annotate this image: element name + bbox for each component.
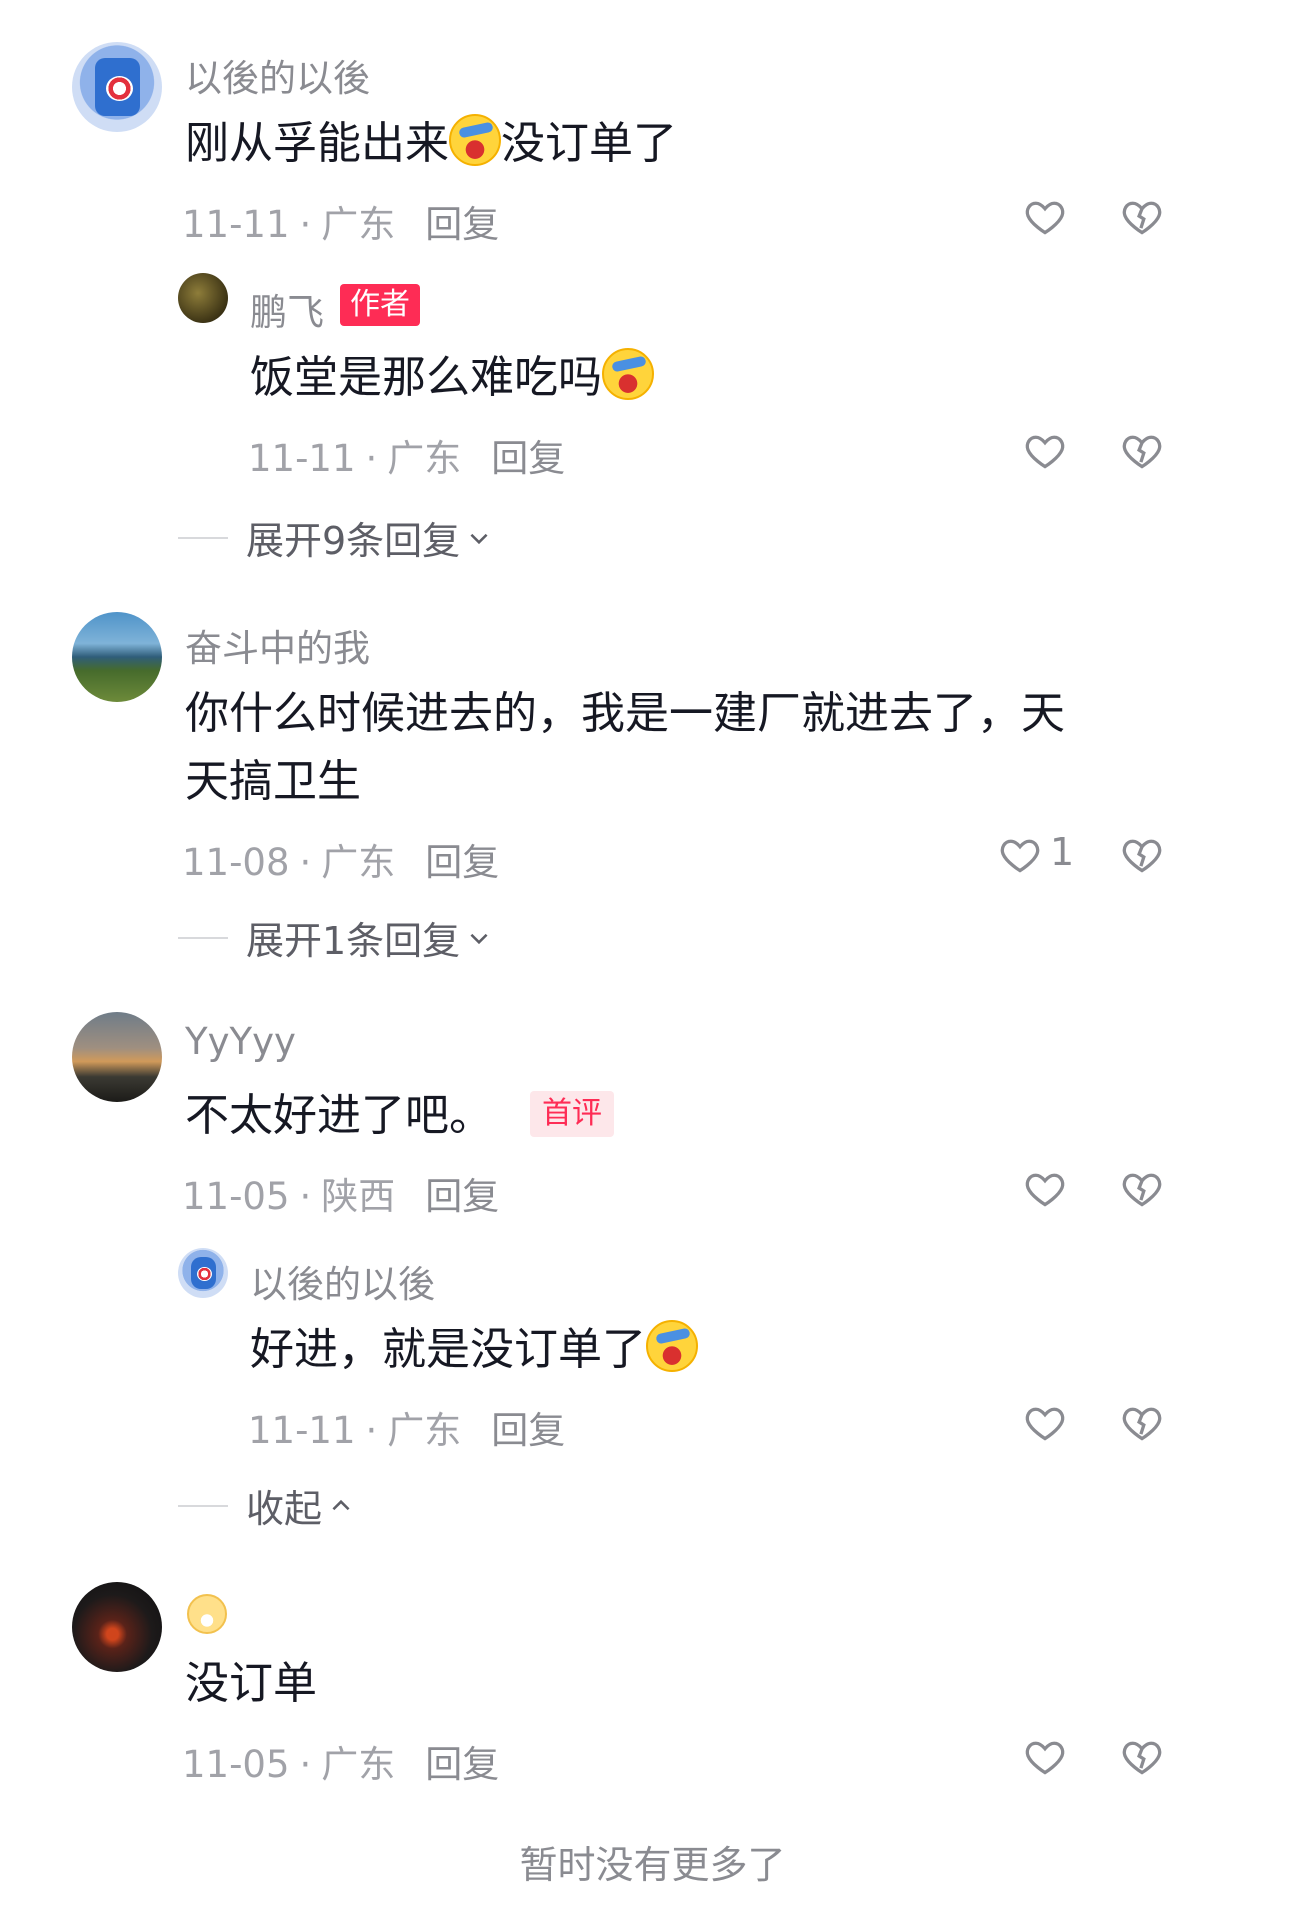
dislike-broken-heart-icon[interactable] (1120, 195, 1164, 239)
reply-button[interactable]: 回复 (425, 203, 499, 246)
crying-laughing-emoji-icon (646, 1320, 698, 1372)
avatar[interactable] (72, 42, 162, 132)
expand-replies-button[interactable]: 展开1条回复 (178, 910, 492, 965)
reply-button[interactable]: 回复 (491, 437, 565, 480)
avatar[interactable] (72, 1582, 162, 1672)
dislike-broken-heart-icon[interactable] (1120, 429, 1164, 473)
reply-username[interactable]: 鹏飞 (250, 282, 324, 336)
collapse-replies-button[interactable]: 收起 (178, 1478, 354, 1533)
comment-text: 不太好进了吧。 (185, 1090, 493, 1141)
chevron-up-icon (328, 1493, 354, 1519)
reply-button[interactable]: 回复 (425, 841, 499, 884)
avatar[interactable] (72, 1012, 162, 1102)
crying-laughing-emoji-icon (449, 114, 501, 166)
comment-text: 你什么时候进去的，我是一建厂就进去了，天 天搞卫生 (185, 688, 1065, 807)
comment-username[interactable]: 奋斗中的我 (185, 618, 370, 672)
author-badge: 作者 (340, 284, 420, 326)
reply-username[interactable]: 以後的以後 (250, 1254, 435, 1308)
like-heart-icon[interactable] (1023, 1401, 1067, 1445)
divider-line (178, 536, 228, 539)
dislike-broken-heart-icon[interactable] (1120, 1401, 1164, 1445)
reply-button[interactable]: 回复 (491, 1409, 565, 1452)
comment-meta: 11-05 · 广东 回复 (182, 1743, 500, 1786)
comment-username[interactable]: YyYyy (185, 1020, 296, 1063)
expand-replies-button[interactable]: 展开9条回复 (178, 510, 492, 565)
comment-text: 没订单 (185, 1658, 317, 1709)
dislike-broken-heart-icon[interactable] (1120, 1735, 1164, 1779)
crying-laughing-emoji-icon (602, 348, 654, 400)
chevron-down-icon (466, 925, 492, 951)
avatar[interactable] (178, 273, 228, 323)
reply-button[interactable]: 回复 (425, 1743, 499, 1786)
avatar[interactable] (178, 1248, 228, 1298)
first-comment-badge: 首评 (530, 1091, 614, 1137)
reply-button[interactable]: 回复 (425, 1175, 499, 1218)
comment-text: 刚从孚能出来 没订单了 (185, 110, 677, 178)
comment-meta: 11-11 · 广东 回复 (182, 203, 500, 246)
dislike-broken-heart-icon[interactable] (1120, 1167, 1164, 1211)
comment-list: 以後的以後 刚从孚能出来 没订单了 11-11 · 广东 回复 鹏飞 作者 饭堂是那么难… (0, 0, 1305, 1915)
divider-line (178, 1504, 228, 1507)
chevron-down-icon (466, 525, 492, 551)
comment-username[interactable]: 以後的以後 (185, 48, 370, 102)
no-more-footer: 暂时没有更多了 (519, 1843, 786, 1887)
reply-meta: 11-11 · 广东 回复 (248, 1409, 566, 1452)
like-heart-icon[interactable] (1023, 429, 1067, 473)
reply-text: 饭堂是那么难吃吗 (250, 344, 654, 412)
like-heart-icon[interactable] (1023, 1735, 1067, 1779)
reply-text: 好进，就是没订单了 (250, 1316, 698, 1384)
comment-meta: 11-08 · 广东 回复 (182, 841, 500, 884)
reply-meta: 11-11 · 广东 回复 (248, 437, 566, 480)
like-count: 1 (1050, 830, 1075, 874)
grinning-face-icon[interactable] (187, 1594, 227, 1634)
avatar[interactable] (72, 612, 162, 702)
like-heart-icon[interactable] (1023, 1167, 1067, 1211)
like-heart-icon[interactable] (998, 833, 1042, 877)
comment-meta: 11-05 · 陕西 回复 (182, 1175, 500, 1218)
dislike-broken-heart-icon[interactable] (1120, 833, 1164, 877)
divider-line (178, 936, 228, 939)
like-heart-icon[interactable] (1023, 195, 1067, 239)
